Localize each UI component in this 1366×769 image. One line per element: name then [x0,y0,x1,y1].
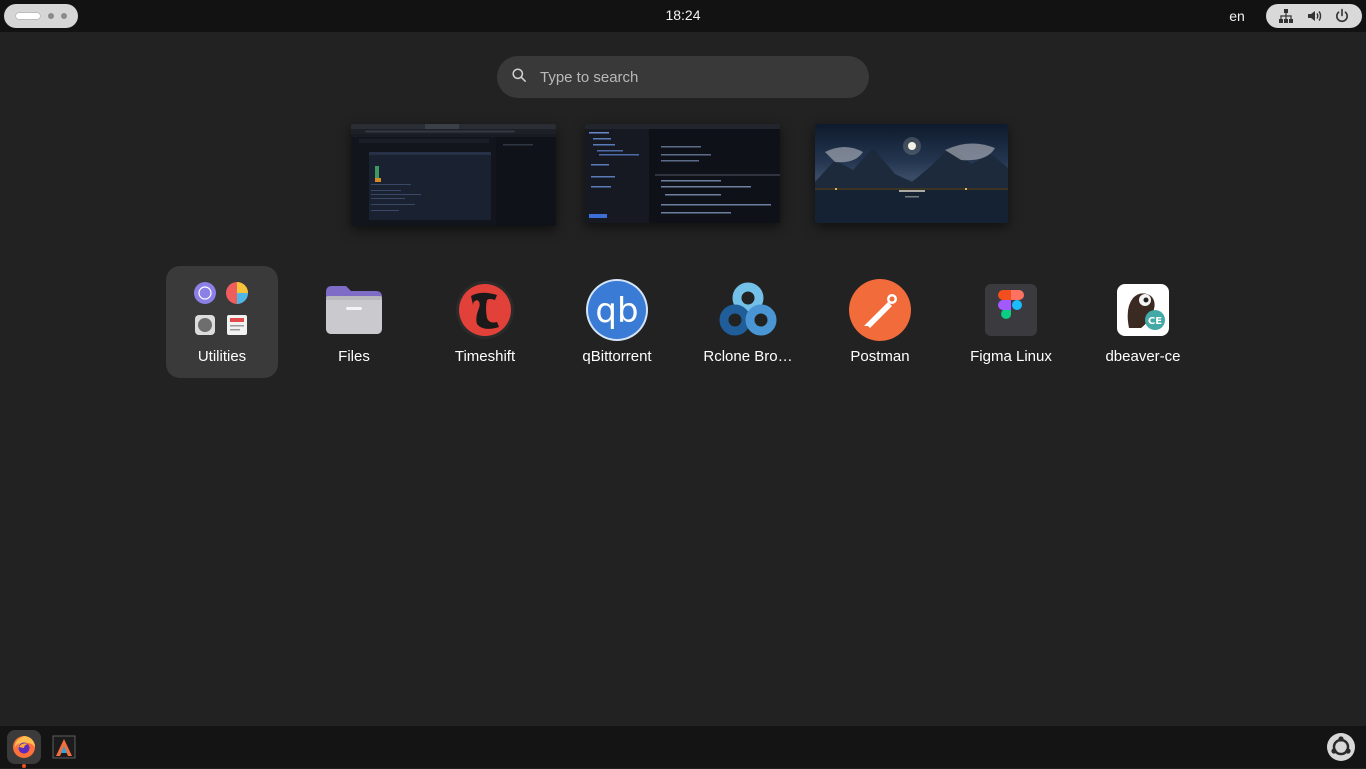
svg-text:CE: CE [1148,316,1162,327]
workspace-thumbnail-2[interactable] [585,124,780,223]
timeshift-icon [453,278,517,342]
power-icon [1334,8,1350,24]
wallpaper-preview [815,137,1008,223]
qbittorrent-icon: qb [585,278,649,342]
keyboard-layout-indicator[interactable]: en [1222,0,1252,32]
app-dbeaver-ce[interactable]: CE dbeaver-ce [1087,266,1199,378]
dbeaver-icon: CE [1111,278,1175,342]
workspace-indicator-active [15,12,41,20]
show-apps-icon [1324,733,1358,768]
app-qbittorrent[interactable]: qb qBittorrent [561,266,673,378]
app-rclone-browser[interactable]: Rclone Bro… [692,266,804,378]
workspace-indicator [61,13,67,19]
postman-icon [848,278,912,342]
dock-item-firefox[interactable] [7,730,41,764]
app-label: Rclone Bro… [703,348,793,365]
dock-item-alacritty[interactable] [47,730,81,764]
workspace-thumbnail-3[interactable] [815,124,1008,223]
app-label: Files [338,348,370,365]
top-bar: 18:24 en [0,0,1366,32]
volume-icon [1306,8,1322,24]
utilities-folder-icon [190,278,254,342]
app-files[interactable]: Files [298,266,410,378]
alacritty-icon [47,735,81,768]
app-label: Postman [850,348,910,365]
rclone-browser-icon [716,278,780,342]
app-utilities-folder[interactable]: Utilities [166,266,278,378]
show-apps-button[interactable] [1324,730,1358,764]
system-menu[interactable] [1266,4,1362,28]
clock-container: 18:24 [0,0,1366,31]
search-box[interactable] [497,56,869,98]
editor-window-preview [585,124,780,223]
files-folder-icon [322,278,386,342]
dock [0,726,1366,768]
app-label: Figma Linux [970,348,1052,365]
running-indicator [22,764,26,768]
app-figma-linux[interactable]: Figma Linux [955,266,1067,378]
app-label: dbeaver-ce [1105,348,1181,365]
workspace-thumbnail-1[interactable] [351,124,556,226]
figma-icon [979,278,1043,342]
clock[interactable]: 18:24 [665,7,700,23]
search-icon [511,67,527,88]
app-label: Utilities [197,348,247,365]
browser-window-preview [351,124,556,226]
network-icon [1278,8,1294,24]
app-postman[interactable]: Postman [824,266,936,378]
activities-button[interactable] [4,4,78,28]
app-timeshift[interactable]: Timeshift [429,266,541,378]
workspace-indicator [48,13,54,19]
app-label: Timeshift [454,348,516,365]
app-label: qBittorrent [582,348,652,365]
qbittorrent-icon-text: qb [595,291,638,331]
search-input[interactable] [538,67,842,87]
